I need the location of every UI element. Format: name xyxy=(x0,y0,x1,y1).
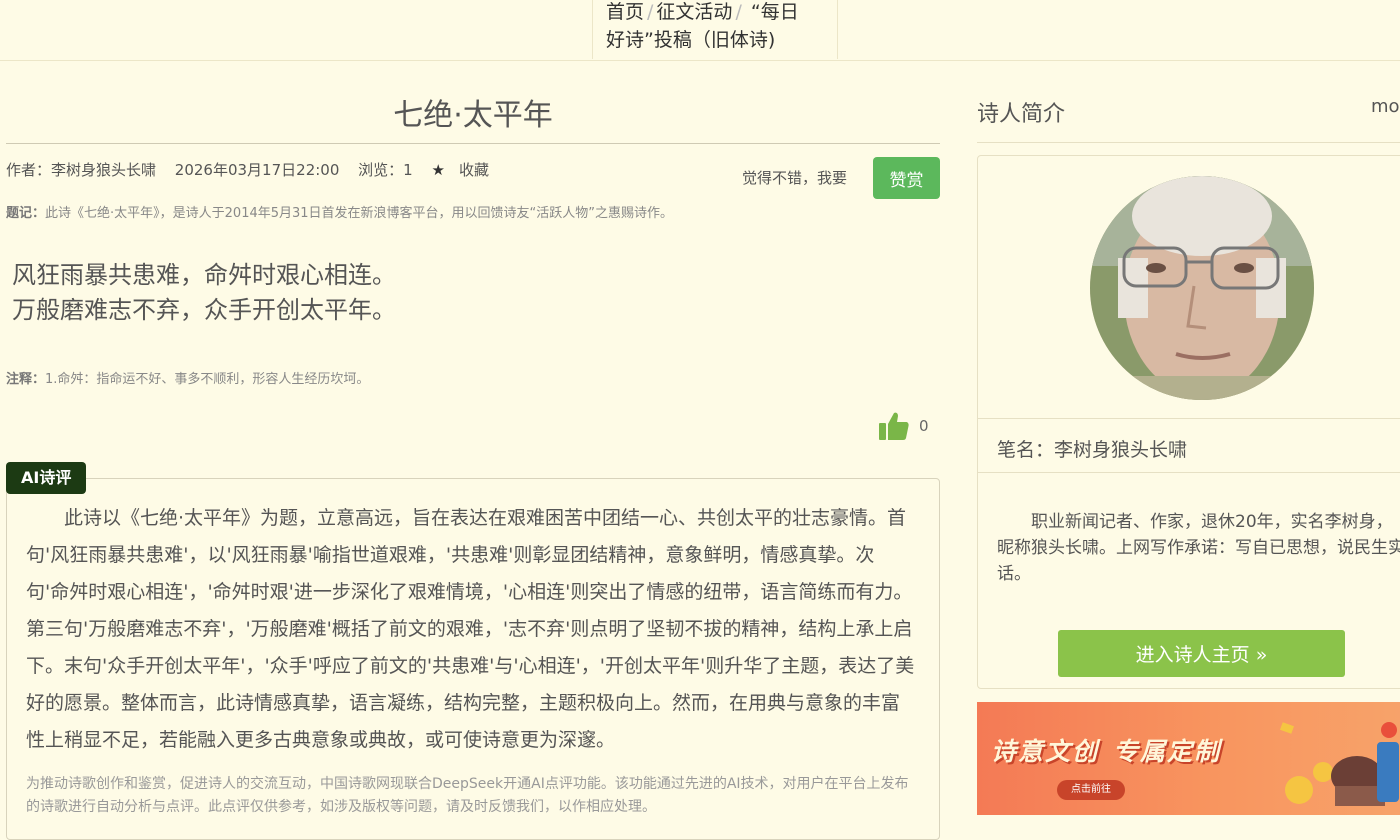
poem-line: 万般磨难志不弃，众手开创太平年。 xyxy=(12,296,396,324)
top-bar: 首页 / 征文活动 / “每日 好诗”投稿（旧体诗) xyxy=(0,0,1400,61)
poet-card: 笔名：李树身狼头长啸 职业新闻记者、作家，退休20年，实名李树身，昵称狼头长啸。… xyxy=(977,155,1400,689)
ai-review-text: 此诗以《七绝·太平年》为题，立意高远，旨在表达在艰难困苦中团结一心、共创太平的壮… xyxy=(26,507,915,751)
poet-intro-title: 诗人简介 xyxy=(977,102,1066,127)
favorite-label: 收藏 xyxy=(458,161,489,179)
breadcrumb-current-line1: “每日 xyxy=(750,1,799,23)
poem-views: 浏览：1 ★ 收藏 xyxy=(358,161,517,179)
breadcrumb-separator: / xyxy=(647,1,654,23)
poem-body: 风狂雨暴共患难，命舛时艰心相连。 万般磨难志不弃，众手开创太平年。 xyxy=(12,258,396,328)
poem-preface: 题记：此诗《七绝·太平年》，是诗人于2014年5月31日首发在新浪博客平台，用以… xyxy=(6,202,673,221)
breadcrumb: 首页 / 征文活动 / “每日 好诗”投稿（旧体诗) xyxy=(592,0,838,59)
reward-button[interactable]: 赞赏 xyxy=(873,157,940,199)
card-divider xyxy=(978,418,1400,419)
section-divider xyxy=(977,142,1400,143)
note-label: 注释： xyxy=(6,372,46,387)
poem-title: 七绝·太平年 xyxy=(393,98,553,133)
banner-title-part2: 专属定制 xyxy=(1113,737,1222,766)
poem-meta: 作者：李树身狼头长啸 2026年03月17日22:00 浏览：1 ★ 收藏 xyxy=(6,159,531,180)
thumbs-up-icon[interactable] xyxy=(878,410,910,442)
ai-review-tag: AI诗评 xyxy=(6,462,87,494)
breadcrumb-home-link[interactable]: 首页 xyxy=(606,1,644,23)
breadcrumb-activity-link[interactable]: 征文活动 xyxy=(656,1,732,23)
breadcrumb-current-line2: 好诗”投稿（旧体诗) xyxy=(606,29,776,51)
banner-title-part1: 诗意文创 xyxy=(991,737,1100,766)
promo-banner[interactable]: 诗意文创 专属定制 点击前往 xyxy=(977,702,1400,815)
poem-line: 风狂雨暴共患难，命舛时艰心相连。 xyxy=(12,261,396,289)
enter-poet-home-button[interactable]: 进入诗人主页 » xyxy=(1058,630,1345,677)
title-divider xyxy=(6,143,940,144)
more-link[interactable]: more xyxy=(1371,96,1400,117)
star-icon: ★ xyxy=(431,161,445,179)
preface-label: 题记： xyxy=(6,206,46,221)
avatar[interactable] xyxy=(1090,176,1314,400)
note-text: 1.命舛：指命运不好、事多不顺利，形容人生经历坎坷。 xyxy=(45,372,370,387)
banner-title: 诗意文创 专属定制 xyxy=(991,732,1221,768)
pen-name: 笔名：李树身狼头长啸 xyxy=(997,439,1188,461)
banner-decoration-icon xyxy=(1279,722,1399,806)
favorite-button[interactable]: ★ 收藏 xyxy=(431,161,502,179)
avatar-portrait-icon xyxy=(1090,176,1314,400)
poem-note: 注释：1.命舛：指命运不好、事多不顺利，形容人生经历坎坷。 xyxy=(6,368,369,387)
ai-review-disclaimer: 为推动诗歌创作和鉴赏，促进诗人的交流互动，中国诗歌网现联合DeepSeek开通A… xyxy=(26,776,909,815)
poet-bio: 职业新闻记者、作家，退休20年，实名李树身，昵称狼头长啸。上网写作承诺：写自已思… xyxy=(997,512,1400,584)
preface-text: 此诗《七绝·太平年》，是诗人于2014年5月31日首发在新浪博客平台，用以回馈诗… xyxy=(45,206,674,221)
banner-tag[interactable]: 点击前往 xyxy=(1057,780,1125,800)
like-count: 0 xyxy=(919,417,929,435)
poem-date: 2026年03月17日22:00 xyxy=(174,161,340,179)
card-divider xyxy=(978,472,1400,473)
reward-prompt: 觉得不错，我要 xyxy=(742,169,848,187)
breadcrumb-separator: / xyxy=(735,1,742,23)
poem-author[interactable]: 作者：李树身狼头长啸 xyxy=(6,161,156,179)
views-count: 浏览：1 xyxy=(358,161,413,179)
